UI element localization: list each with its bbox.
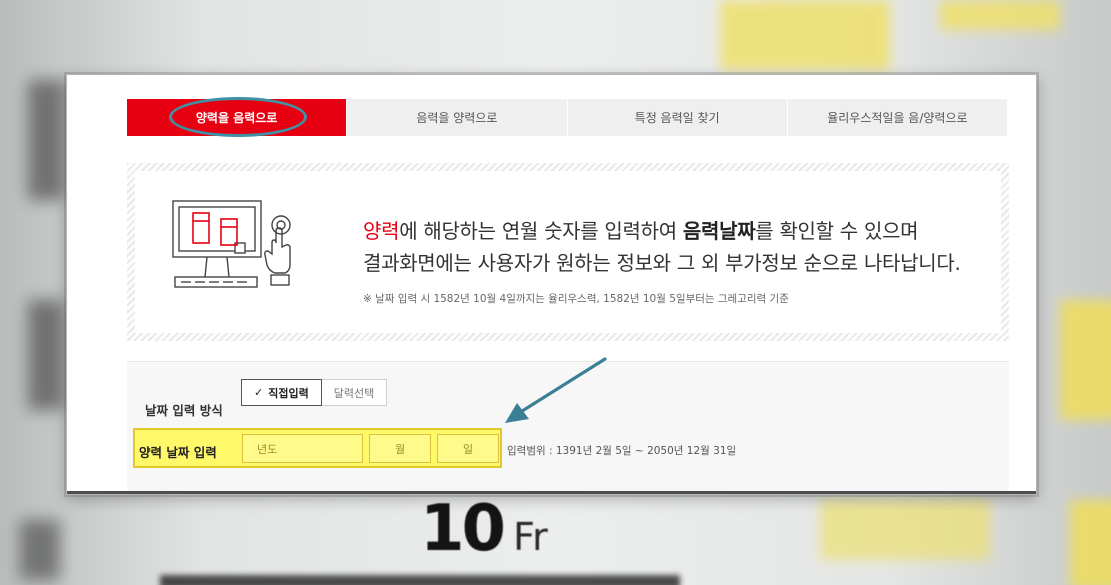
background-date-day: Fr bbox=[513, 515, 548, 559]
day-input[interactable]: 일 bbox=[437, 434, 499, 463]
tab-lunar-to-solar[interactable]: 음력을 양력으로 bbox=[347, 99, 568, 136]
computer-touch-icon bbox=[172, 200, 291, 288]
date-input-label: 양력 날짜 입력 bbox=[139, 445, 217, 460]
background-yellow-note bbox=[720, 0, 890, 70]
converter-panel: 양력을 음력으로 음력을 양력으로 특정 음력일 찾기 율리우스적일을 음/양력… bbox=[66, 74, 1037, 495]
info-text-part: 에 해당하는 연월 숫자를 입력하여 bbox=[399, 219, 683, 243]
method-calendar-select-button[interactable]: 달력선택 bbox=[321, 379, 388, 406]
info-box: 양력에 해당하는 연월 숫자를 입력하여 음력날짜를 확인할 수 있으며 결과화… bbox=[127, 163, 1009, 341]
background-yellow-note bbox=[1070, 500, 1111, 585]
info-bold-lunar-date: 음력날짜 bbox=[682, 219, 756, 243]
checkmark-icon: ✓ bbox=[254, 386, 264, 399]
pointer-arrow-icon bbox=[505, 357, 607, 423]
tab-find-lunar-date[interactable]: 특정 음력일 찾기 bbox=[568, 99, 788, 136]
background-calendar-mark bbox=[28, 300, 64, 410]
year-input[interactable]: 년도 bbox=[242, 434, 363, 463]
frame-bottom-border bbox=[67, 491, 1036, 494]
method-label: 날짜 입력 방식 bbox=[145, 403, 223, 418]
highlight-circle bbox=[169, 97, 307, 137]
background-date-number: 10 bbox=[420, 492, 506, 566]
method-direct-input-label: 직접입력 bbox=[268, 386, 309, 400]
month-input[interactable]: 월 bbox=[369, 434, 431, 463]
info-box-inner: 양력에 해당하는 연월 숫자를 입력하여 음력날짜를 확인할 수 있으며 결과화… bbox=[135, 171, 1001, 333]
background-yellow-note bbox=[820, 500, 990, 560]
info-text: 양력에 해당하는 연월 숫자를 입력하여 음력날짜를 확인할 수 있으며 결과화… bbox=[363, 215, 961, 306]
method-toggle: ✓ 직접입력 달력선택 bbox=[241, 379, 388, 406]
info-highlight-solar: 양력 bbox=[363, 219, 400, 243]
background-calendar-date: 10 Fr bbox=[420, 492, 548, 566]
background-calendar-bar bbox=[160, 575, 680, 585]
input-range-text: 입력범위 : 1391년 2월 5일 ~ 2050년 12월 31일 bbox=[507, 445, 737, 457]
tab-julian-day-to-date[interactable]: 율리우스적일을 음/양력으로 bbox=[788, 99, 1007, 136]
info-text-part: 를 확인할 수 있으며 bbox=[755, 219, 919, 243]
method-direct-input-button[interactable]: ✓ 직접입력 bbox=[241, 379, 322, 406]
background-calendar-mark bbox=[20, 520, 60, 580]
background-calendar-mark bbox=[28, 80, 64, 200]
info-line-1: 양력에 해당하는 연월 숫자를 입력하여 음력날짜를 확인할 수 있으며 bbox=[363, 215, 961, 247]
background-yellow-note bbox=[940, 0, 1060, 30]
info-line-2: 결과화면에는 사용자가 원하는 정보와 그 외 부가정보 순으로 나타납니다. bbox=[363, 251, 961, 275]
background-yellow-note bbox=[1060, 300, 1111, 420]
info-note: ※ 날짜 입력 시 1582년 10월 4일까지는 율리우스력, 1582년 1… bbox=[363, 293, 789, 305]
